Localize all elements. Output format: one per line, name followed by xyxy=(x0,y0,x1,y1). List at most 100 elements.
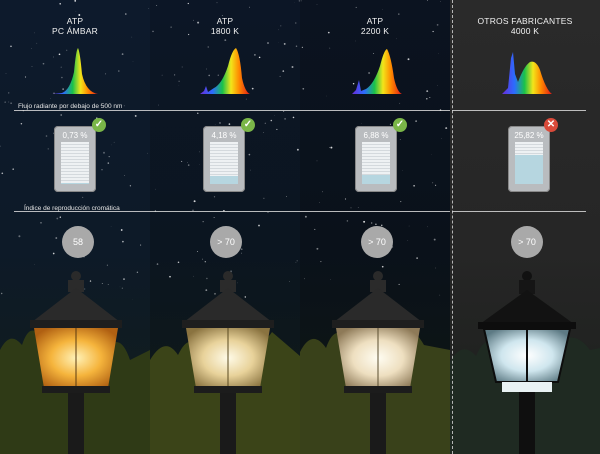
flux-section-label: Flujo radiante por debajo de 500 nm xyxy=(18,103,123,110)
star xyxy=(60,114,63,116)
flux-gauge-3: 6,88 % xyxy=(355,126,397,192)
star xyxy=(219,122,221,124)
star xyxy=(224,39,227,42)
star xyxy=(123,105,125,107)
star xyxy=(156,5,158,6)
lantern-1800k xyxy=(182,271,274,454)
star xyxy=(24,76,27,78)
flux-gauge-4: 25,82 % xyxy=(508,126,550,192)
star xyxy=(45,135,48,137)
star xyxy=(300,0,302,2)
star xyxy=(296,148,299,151)
star xyxy=(52,252,55,255)
spectrum-graph-3 xyxy=(352,49,402,94)
star xyxy=(107,162,110,164)
star xyxy=(399,139,401,140)
star xyxy=(20,122,23,125)
star xyxy=(240,248,243,251)
star xyxy=(363,220,366,223)
star xyxy=(296,260,298,262)
star xyxy=(47,148,49,150)
star xyxy=(316,160,318,162)
star xyxy=(169,275,171,278)
flux-percent: 6,88 % xyxy=(363,131,389,140)
star xyxy=(8,92,10,94)
star xyxy=(147,152,148,154)
star xyxy=(286,196,287,197)
header-col-3: ATP 2200 K xyxy=(300,16,450,36)
star xyxy=(295,45,298,47)
star xyxy=(10,102,12,104)
star xyxy=(101,169,103,171)
star xyxy=(5,73,7,74)
star xyxy=(213,217,215,218)
star xyxy=(291,66,294,68)
star xyxy=(274,115,275,116)
star xyxy=(357,207,359,208)
cri-badge: > 70 xyxy=(361,226,393,258)
header-col-2: ATP 1800 K xyxy=(150,16,300,36)
star xyxy=(355,40,357,42)
check-icon: ✓ xyxy=(393,118,407,132)
flux-percent: 25,82 % xyxy=(514,131,544,140)
star xyxy=(216,2,218,4)
star xyxy=(108,155,110,158)
flux-percent: 4,18 % xyxy=(211,131,237,140)
star xyxy=(241,252,242,254)
star xyxy=(400,201,402,203)
star xyxy=(433,238,436,241)
star xyxy=(314,228,316,230)
star xyxy=(34,264,35,265)
star xyxy=(258,56,261,59)
star xyxy=(59,3,61,5)
star xyxy=(134,114,137,117)
star xyxy=(276,128,278,130)
flux-gauge-2: 4,18 % xyxy=(203,126,245,192)
star xyxy=(302,87,305,90)
star xyxy=(396,38,397,40)
star xyxy=(254,54,256,56)
star xyxy=(111,144,112,146)
star xyxy=(82,196,84,198)
gauge-fill xyxy=(362,175,390,184)
star xyxy=(140,244,142,246)
star xyxy=(263,197,265,199)
gauge-window xyxy=(61,142,89,184)
star xyxy=(427,226,428,228)
star xyxy=(407,239,409,241)
star xyxy=(196,250,199,253)
star xyxy=(432,182,434,184)
star xyxy=(10,45,12,48)
star xyxy=(426,98,428,100)
star xyxy=(181,66,183,68)
star xyxy=(279,75,281,77)
star xyxy=(316,247,319,250)
lantern-2200k xyxy=(332,271,424,454)
header-model: 1800 K xyxy=(210,26,240,36)
star xyxy=(122,240,124,243)
star xyxy=(31,48,32,49)
star xyxy=(55,237,58,239)
star xyxy=(121,53,124,55)
star xyxy=(426,90,429,93)
star xyxy=(249,6,250,8)
star xyxy=(187,164,190,166)
star xyxy=(105,73,107,75)
star xyxy=(289,281,290,282)
star xyxy=(124,13,127,15)
star xyxy=(304,215,307,218)
star xyxy=(113,141,115,143)
star xyxy=(181,160,183,162)
star xyxy=(131,36,133,38)
star xyxy=(4,101,6,103)
star xyxy=(118,70,120,72)
star xyxy=(304,278,305,280)
star xyxy=(12,168,14,170)
star xyxy=(398,13,400,15)
star xyxy=(36,42,38,44)
gauge-fill xyxy=(61,183,89,184)
star xyxy=(330,146,333,149)
check-icon: ✓ xyxy=(241,118,255,132)
star xyxy=(416,257,418,259)
star xyxy=(136,271,139,273)
